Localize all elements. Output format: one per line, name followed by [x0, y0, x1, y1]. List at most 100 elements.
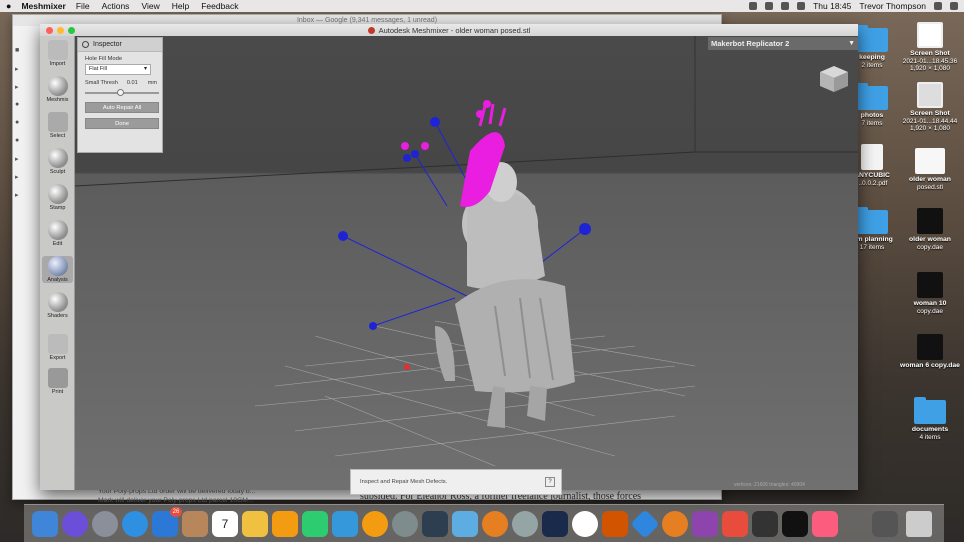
inspector-title: Inspector	[93, 41, 122, 48]
tool-print[interactable]: Print	[42, 368, 73, 395]
desktop-file-dae-3[interactable]: woman 6 copy.dae	[896, 334, 964, 370]
folder-icon	[856, 25, 888, 52]
status-icon[interactable]	[749, 2, 758, 10]
printer-name: Makerbot Replicator 2	[711, 39, 790, 48]
menu-app-name[interactable]: Meshmixer	[21, 1, 65, 11]
tool-analysis[interactable]: Analysis	[42, 256, 73, 283]
menu-actions[interactable]: Actions	[102, 1, 130, 11]
woman-mesh-model[interactable]	[435, 162, 575, 428]
meshmixer-window[interactable]: Autodesk Meshmixer - older woman posed.s…	[40, 24, 858, 495]
wifi-icon[interactable]	[781, 2, 790, 10]
books-icon[interactable]	[362, 511, 388, 537]
launchpad-icon[interactable]	[92, 511, 118, 537]
done-button[interactable]: Done	[85, 118, 159, 129]
desktop-file-dae-2[interactable]: woman 10 copy.dae	[896, 272, 964, 315]
tool-export[interactable]: Export	[42, 334, 73, 361]
desktop-screenshot-2[interactable]: Screen Shot 2021-01...18.44.44 1,920 × 1,0…	[896, 82, 964, 133]
screenshot-thumb-icon	[917, 22, 943, 48]
folder-icon	[856, 207, 888, 234]
menu-bar: ● Meshmixer File Actions View Help Feedb…	[0, 0, 964, 12]
printer-panel[interactable]: Makerbot Replicator 2 ▼	[708, 37, 858, 50]
finder-icon[interactable]	[32, 511, 58, 537]
tool-meshmix[interactable]: Meshmix	[42, 76, 73, 103]
google-earth-icon[interactable]	[512, 511, 538, 537]
zoom-window-icon[interactable]	[68, 27, 75, 34]
desktop-screenshot-1[interactable]: Screen Shot 2021-01...18.45.36 1,920 × 1,0…	[896, 22, 964, 73]
sculpt-brush-icon	[47, 148, 68, 168]
menu-help[interactable]: Help	[172, 1, 189, 11]
auto-repair-all-button[interactable]: Auto Repair All	[85, 102, 159, 113]
menu-file[interactable]: File	[76, 1, 90, 11]
defect-marker[interactable]	[404, 364, 410, 370]
meshmixer-dock-icon[interactable]	[602, 511, 628, 537]
minimize-window-icon[interactable]	[57, 27, 64, 34]
cura-icon[interactable]	[630, 509, 660, 539]
edit-icon	[47, 220, 68, 240]
export-icon	[47, 334, 68, 354]
trash-icon[interactable]	[906, 511, 932, 537]
slider-knob[interactable]	[116, 89, 124, 96]
blender-icon[interactable]	[662, 511, 688, 537]
notes-icon[interactable]	[242, 511, 268, 537]
screen-sharing-icon[interactable]	[422, 511, 448, 537]
3d-viewport[interactable]	[75, 36, 858, 490]
desktop-file-dae-1[interactable]: older woman copy.dae	[896, 208, 964, 251]
view-cube[interactable]	[816, 64, 850, 94]
preview-icon[interactable]	[452, 511, 478, 537]
hole-fill-mode-select[interactable]: Flat Fill	[85, 64, 151, 75]
folder-icon	[856, 83, 888, 110]
sidebar-glyph: ●	[15, 119, 20, 126]
desktop-file-stl[interactable]: older woman posed.stl	[896, 148, 964, 191]
terminal-icon[interactable]	[782, 511, 808, 537]
chevron-down-icon[interactable]: ▼	[848, 37, 855, 50]
analysis-globe-icon	[47, 256, 68, 276]
sidebar-glyph: ▸	[15, 174, 19, 181]
downloads-stack-icon[interactable]	[872, 511, 898, 537]
sketch-app-icon[interactable]	[542, 511, 568, 537]
tool-edit[interactable]: Edit	[42, 220, 73, 247]
geometry-app-icon[interactable]	[692, 511, 718, 537]
scene-canvas[interactable]	[75, 36, 858, 490]
numbers-icon[interactable]	[302, 511, 328, 537]
tool-shaders[interactable]: Shaders	[42, 292, 73, 319]
menu-clock[interactable]: Thu 18:45	[813, 1, 851, 11]
small-thresh-label: Small Thresh	[85, 80, 118, 86]
tool-import[interactable]: Import	[42, 40, 73, 67]
screenshot-thumb-icon	[917, 82, 943, 108]
battery-icon[interactable]	[797, 2, 806, 10]
safari-icon[interactable]	[122, 511, 148, 537]
meshmixer-title-bar[interactable]: Autodesk Meshmixer - older woman posed.s…	[40, 24, 858, 36]
istudio-icon[interactable]	[482, 511, 508, 537]
sketchup-icon[interactable]	[722, 511, 748, 537]
apple-menu-icon[interactable]: ●	[6, 1, 11, 11]
meshmixer-app-icon	[367, 26, 375, 34]
sidebar-glyph: ●	[15, 101, 20, 108]
mail-sidebar: ■ ▸ ▸ ● ● ● ▸ ▸ ▸	[13, 35, 43, 495]
close-window-icon[interactable]	[46, 27, 53, 34]
photos-icon[interactable]	[572, 511, 598, 537]
status-icon[interactable]	[765, 2, 774, 10]
help-button[interactable]: ?	[545, 477, 555, 487]
pages-icon[interactable]	[272, 511, 298, 537]
search-icon[interactable]	[934, 2, 942, 10]
music-icon[interactable]	[812, 511, 838, 537]
keynote-icon[interactable]	[332, 511, 358, 537]
notification-icon[interactable]	[950, 2, 958, 10]
menu-user[interactable]: Trevor Thompson	[859, 1, 926, 11]
contacts-icon[interactable]	[182, 511, 208, 537]
menu-view[interactable]: View	[141, 1, 159, 11]
tool-sculpt[interactable]: Sculpt	[42, 148, 73, 175]
small-thresh-value[interactable]: 0.01	[127, 80, 138, 86]
inspector-panel: Inspector Hole Fill Mode Flat Fill Small…	[77, 37, 163, 153]
photon-icon[interactable]	[752, 511, 778, 537]
small-thresh-slider[interactable]	[85, 89, 159, 96]
siri-icon[interactable]	[62, 511, 88, 537]
menu-feedback[interactable]: Feedback	[201, 1, 238, 11]
stl-file-icon	[915, 148, 945, 174]
calendar-icon[interactable]: 7	[212, 511, 238, 537]
tool-select[interactable]: Select	[42, 112, 73, 139]
tool-stamp[interactable]: Stamp	[42, 184, 73, 211]
desktop-folder-documents[interactable]: documents 4 items	[896, 397, 964, 441]
dae-file-icon	[917, 208, 943, 234]
system-preferences-icon[interactable]	[392, 511, 418, 537]
